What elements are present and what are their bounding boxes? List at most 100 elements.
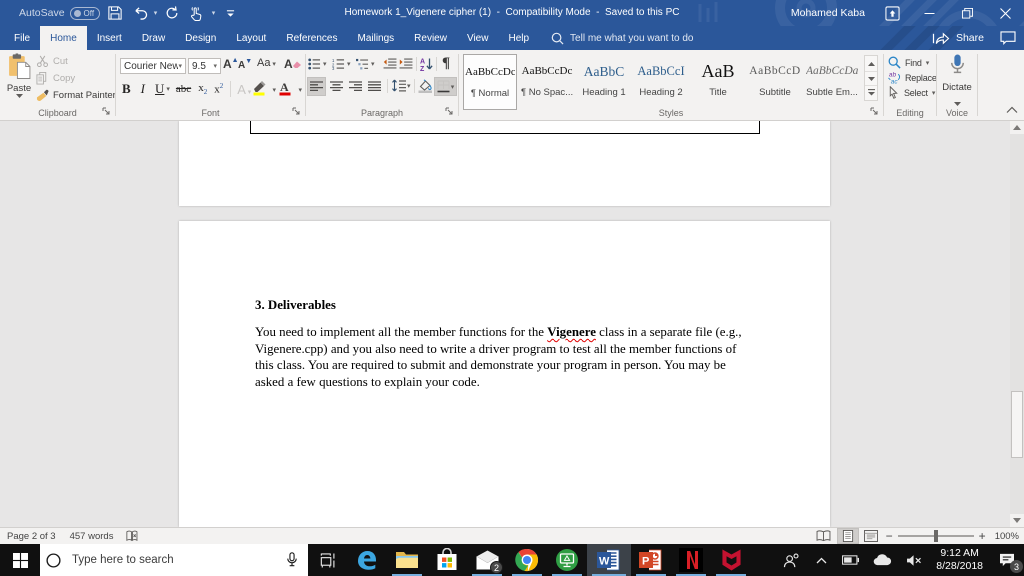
taskbar-screen-share-app[interactable]: [547, 544, 587, 576]
read-mode-button[interactable]: [816, 530, 831, 542]
zoom-slider[interactable]: [897, 530, 974, 542]
minimize-button[interactable]: [910, 0, 948, 26]
borders-button[interactable]: ▾: [434, 77, 457, 96]
font-dialog-launcher[interactable]: [292, 107, 302, 117]
hidden-icons-chevron[interactable]: [816, 557, 827, 564]
page-1[interactable]: [179, 121, 830, 206]
share-icon[interactable]: [932, 31, 950, 46]
strikethrough-button[interactable]: abc: [176, 83, 191, 95]
line-spacing-button[interactable]: [392, 79, 406, 92]
clear-formatting-button[interactable]: A: [284, 57, 301, 71]
ribbon-display-options-button[interactable]: [874, 0, 910, 26]
superscript-button[interactable]: x2: [214, 82, 223, 96]
align-left-button[interactable]: [307, 77, 326, 96]
taskbar-edge[interactable]: [347, 544, 387, 576]
justify-button[interactable]: [365, 77, 384, 96]
style-no-spac[interactable]: AaBbCcDc ¶ No Spac...: [520, 54, 574, 110]
doc-heading[interactable]: 3. Deliverables: [255, 298, 336, 313]
onedrive-icon[interactable]: [873, 554, 892, 566]
paragraph-dialog-launcher[interactable]: [445, 107, 455, 117]
tab-view[interactable]: View: [457, 26, 499, 50]
style-title[interactable]: AaB Title: [691, 54, 745, 110]
format-painter-button[interactable]: Format Painter: [36, 89, 116, 102]
highlight-button[interactable]: ▾: [252, 80, 276, 101]
numbering-dropdown-icon[interactable]: ▾: [347, 60, 351, 68]
style-normal[interactable]: AaBbCcDc ¶ Normal: [463, 54, 517, 110]
underline-dropdown-icon[interactable]: ▾: [166, 85, 170, 93]
styles-dialog-launcher[interactable]: [870, 107, 880, 117]
search-mic-icon[interactable]: [286, 552, 298, 568]
start-button[interactable]: [0, 544, 40, 576]
tab-home[interactable]: Home: [40, 26, 87, 50]
page-2[interactable]: 3. Deliverables You need to implement al…: [179, 221, 830, 527]
dictate-button[interactable]: Dictate: [937, 54, 977, 111]
close-button[interactable]: [986, 0, 1024, 26]
tab-file[interactable]: File: [4, 26, 40, 50]
tab-references[interactable]: References: [276, 26, 347, 50]
sort-button[interactable]: AZ: [420, 57, 433, 71]
zoom-in-button[interactable]: +: [979, 529, 986, 543]
copy-button[interactable]: Copy: [36, 72, 75, 85]
taskbar-powerpoint[interactable]: P: [631, 544, 671, 576]
shading-button[interactable]: [418, 79, 433, 93]
volume-muted-icon[interactable]: [906, 554, 922, 567]
action-center-button[interactable]: 3: [990, 544, 1024, 576]
font-size-combo[interactable]: 9.5 ▾: [188, 58, 221, 74]
tab-draw[interactable]: Draw: [132, 26, 175, 50]
comments-icon[interactable]: [1000, 31, 1016, 45]
grow-font-button[interactable]: A▲: [223, 57, 239, 71]
tell-me-search[interactable]: Tell me what you want to do: [551, 26, 693, 50]
table-outline[interactable]: [250, 121, 760, 134]
italic-button[interactable]: I: [141, 81, 145, 97]
style-subtle-em[interactable]: AaBbCcDa Subtle Em...: [805, 54, 859, 110]
people-icon[interactable]: [783, 552, 800, 568]
taskbar-mail[interactable]: 2: [467, 544, 507, 576]
taskbar-store[interactable]: [427, 544, 467, 576]
taskbar-file-explorer[interactable]: [387, 544, 427, 576]
collapse-ribbon-button[interactable]: [1006, 106, 1018, 114]
taskbar-word[interactable]: W: [587, 544, 631, 576]
shrink-font-button[interactable]: A▼: [238, 58, 252, 71]
restore-button[interactable]: [948, 0, 986, 26]
styles-more-button[interactable]: [865, 85, 877, 99]
scroll-down-button[interactable]: [1010, 514, 1024, 527]
doc-paragraph[interactable]: You need to implement all the member fun…: [255, 324, 755, 390]
tab-help[interactable]: Help: [498, 26, 539, 50]
select-button[interactable]: Select ▾: [888, 86, 935, 99]
clipboard-dialog-launcher[interactable]: [102, 107, 112, 117]
bullets-dropdown-icon[interactable]: ▾: [323, 60, 327, 68]
numbering-button[interactable]: 123: [332, 58, 345, 70]
change-case-button[interactable]: Aa ▾: [257, 57, 276, 69]
clock[interactable]: 9:12 AM 8/28/2018: [936, 547, 983, 573]
zoom-out-button[interactable]: −: [886, 529, 893, 543]
style-subtitle[interactable]: AaBbCcD Subtitle: [748, 54, 802, 110]
multilevel-list-button[interactable]: [356, 58, 369, 70]
share-label[interactable]: Share: [956, 32, 984, 44]
web-layout-button[interactable]: [863, 530, 878, 542]
zoom-level[interactable]: 100%: [995, 531, 1019, 542]
text-effects-button[interactable]: A ▾: [237, 82, 251, 97]
increase-indent-button[interactable]: [399, 58, 413, 70]
underline-button[interactable]: U: [155, 81, 164, 97]
tab-review[interactable]: Review: [404, 26, 457, 50]
styles-scroll-down-button[interactable]: [865, 71, 877, 85]
page-indicator[interactable]: Page 2 of 3: [7, 531, 56, 542]
battery-icon[interactable]: [842, 555, 860, 565]
style-heading-1[interactable]: AaBbC Heading 1: [577, 54, 631, 110]
vertical-scrollbar[interactable]: [1010, 121, 1024, 527]
font-family-combo[interactable]: Courier New ▾: [120, 58, 186, 74]
style-heading-2[interactable]: AaBbCcI Heading 2: [634, 54, 688, 110]
taskbar-chrome[interactable]: [507, 544, 547, 576]
tab-insert[interactable]: Insert: [87, 26, 132, 50]
subscript-button[interactable]: x2: [198, 82, 207, 96]
paste-button[interactable]: Paste: [2, 53, 36, 111]
taskbar-netflix[interactable]: [671, 544, 711, 576]
word-count[interactable]: 457 words: [70, 531, 114, 542]
align-center-button[interactable]: [327, 77, 346, 96]
taskbar-mcafee[interactable]: [711, 544, 751, 576]
scroll-up-button[interactable]: [1010, 121, 1024, 134]
bullets-button[interactable]: [308, 58, 321, 70]
replace-button[interactable]: ab ac Replace: [888, 71, 937, 84]
align-right-button[interactable]: [346, 77, 365, 96]
zoom-slider-thumb[interactable]: [933, 530, 938, 542]
